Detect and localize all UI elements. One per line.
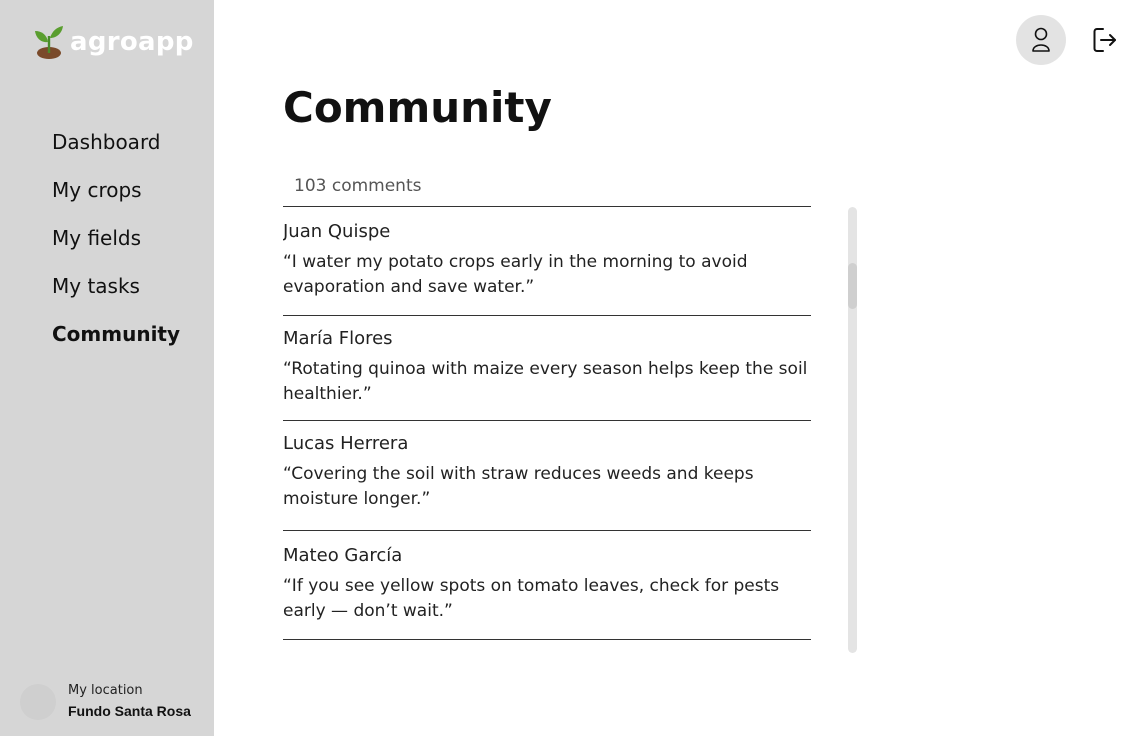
comment-text: “Rotating quinoa with maize every season… bbox=[283, 359, 808, 404]
page-title: Community bbox=[283, 83, 552, 132]
profile-button[interactable] bbox=[1016, 15, 1066, 65]
comment-text: “Covering the soil with straw reduces we… bbox=[283, 464, 754, 509]
sidebar: agroapp Dashboard My crops My fields My … bbox=[0, 0, 214, 736]
location-selector[interactable]: My location Fundo Santa Rosa bbox=[20, 682, 191, 722]
location-text: My location Fundo Santa Rosa bbox=[68, 682, 191, 722]
app-window: agroapp Dashboard My crops My fields My … bbox=[0, 0, 1137, 736]
logout-icon bbox=[1093, 28, 1116, 52]
comment-author: Lucas Herrera bbox=[283, 433, 409, 454]
brand[interactable]: agroapp bbox=[34, 24, 194, 60]
user-icon bbox=[1032, 27, 1050, 52]
comments-list[interactable]: Juan Quispe “I water my potato crops ear… bbox=[283, 207, 823, 647]
sidebar-item-my-crops[interactable]: My crops bbox=[52, 176, 180, 224]
comment-author: Mateo García bbox=[283, 545, 403, 566]
sidebar-item-my-tasks[interactable]: My tasks bbox=[52, 272, 180, 320]
sidebar-item-my-fields[interactable]: My fields bbox=[52, 224, 180, 272]
comment-text: “If you see yellow spots on tomato leave… bbox=[283, 576, 780, 621]
comment-item: Lucas Herrera “Covering the soil with st… bbox=[283, 421, 811, 531]
app-name: agroapp bbox=[70, 27, 194, 57]
sidebar-item-community[interactable]: Community bbox=[52, 320, 180, 368]
comments-count: 103 comments bbox=[294, 176, 422, 196]
comment-text: “I water my potato crops early in the mo… bbox=[283, 252, 748, 297]
location-value: Fundo Santa Rosa bbox=[68, 703, 191, 719]
sidebar-item-dashboard[interactable]: Dashboard bbox=[52, 128, 180, 176]
comment-author: María Flores bbox=[283, 328, 393, 349]
comment-author: Juan Quispe bbox=[283, 221, 391, 242]
scrollbar-thumb[interactable] bbox=[848, 263, 857, 309]
sprout-logo-icon bbox=[35, 26, 63, 59]
sidebar-nav: Dashboard My crops My fields My tasks Co… bbox=[52, 128, 180, 368]
location-avatar bbox=[20, 684, 56, 720]
location-label: My location bbox=[68, 683, 143, 698]
logout-button[interactable] bbox=[1092, 26, 1118, 54]
comment-item: Juan Quispe “I water my potato crops ear… bbox=[283, 207, 811, 316]
comment-item: María Flores “Rotating quinoa with maize… bbox=[283, 316, 811, 421]
comment-item: Mateo García “If you see yellow spots on… bbox=[283, 531, 811, 640]
comments-scrollbar[interactable] bbox=[848, 207, 857, 653]
